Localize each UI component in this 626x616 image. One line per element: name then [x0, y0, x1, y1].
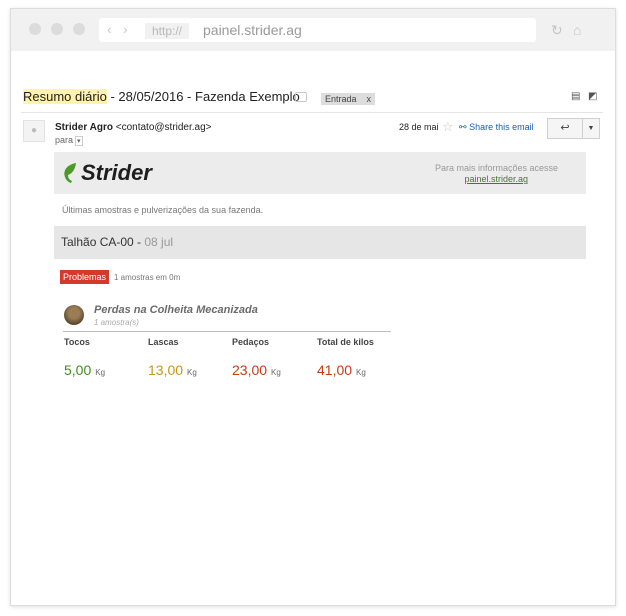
metric-unit: Kg — [356, 368, 366, 377]
sample-divider — [63, 331, 391, 332]
reply-button[interactable]: ↩ — [547, 118, 583, 139]
address-bar[interactable]: ‹ › http:// painel.strider.ag — [99, 18, 536, 42]
sample-avatar — [64, 305, 84, 325]
brand-logo-text: Strider — [81, 160, 152, 185]
brand-header: Strider Para mais informações acesse pai… — [54, 152, 586, 194]
browser-toolbar: ‹ › http:// painel.strider.ag ↻ ⌂ — [11, 9, 615, 51]
leaf-logo-icon — [64, 163, 76, 183]
star-icon[interactable]: ☆ — [442, 119, 454, 135]
more-options-button[interactable]: ▼ — [582, 118, 600, 139]
metric-label: Tocos — [64, 337, 90, 347]
plot-header: Talhão CA-00 - 08 jul — [54, 226, 586, 259]
protocol-label: http:// — [145, 23, 189, 39]
metric-value-total: 41,00 Kg — [317, 362, 366, 378]
metric-number: 13,00 — [148, 362, 184, 378]
share-email-link[interactable]: ⚯ Share this email — [459, 122, 534, 133]
header-divider — [21, 112, 603, 113]
home-icon[interactable]: ⌂ — [573, 22, 581, 38]
problems-badge: Problemas — [60, 270, 110, 284]
sender: Strider Agro <contato@strider.ag> — [55, 122, 212, 133]
metric-number: 41,00 — [317, 362, 353, 378]
plot-title: Talhão CA-00 - 08 jul — [61, 235, 173, 249]
person-icon: ● — [23, 120, 45, 142]
subject-rest: - 28/05/2016 - Fazenda Exemplo — [106, 89, 300, 104]
share-label: Share this email — [469, 122, 534, 132]
chevron-down-icon: ▼ — [587, 125, 595, 132]
metric-value-pedacos: 23,00 Kg — [232, 362, 281, 378]
browser-window: ‹ › http:// painel.strider.ag ↻ ⌂ Resumo… — [10, 8, 616, 606]
arrow-left-icon[interactable]: ‹ — [107, 21, 112, 37]
reload-icon[interactable]: ↻ — [551, 22, 563, 39]
new-window-icon[interactable]: ◩ — [588, 91, 597, 102]
remove-tag-button[interactable]: x — [367, 94, 372, 104]
sender-name: Strider Agro — [55, 122, 113, 133]
recipients: para ▾ — [55, 135, 83, 146]
dashboard-link[interactable]: painel.strider.ag — [464, 174, 528, 184]
close-window-dot[interactable] — [29, 23, 41, 35]
plot-date: 08 jul — [144, 235, 174, 249]
metric-label: Pedaços — [232, 337, 270, 347]
info-text: Para mais informações acesse — [434, 163, 558, 173]
problems-note: 1 amostras em 0m — [114, 273, 181, 282]
metric-number: 23,00 — [232, 362, 268, 378]
chevron-down-icon[interactable]: ▾ — [75, 136, 83, 146]
maximize-window-dot[interactable] — [73, 23, 85, 35]
metric-value-lascas: 13,00 Kg — [148, 362, 197, 378]
to-label: para — [55, 135, 74, 145]
url-text[interactable]: painel.strider.ag — [203, 22, 302, 38]
inbox-tag: Entrada x — [321, 93, 376, 105]
share-icon: ⚯ — [459, 122, 467, 132]
metric-label: Lascas — [148, 337, 179, 347]
sender-email: <contato@strider.ag> — [115, 122, 212, 133]
email-subject-row: Resumo diário - 28/05/2016 - Fazenda Exe… — [23, 89, 603, 111]
intro-text: Últimas amostras e pulverizações da sua … — [62, 205, 264, 215]
print-icon[interactable]: ▤ — [571, 91, 580, 102]
inbox-tag-label: Entrada — [325, 94, 357, 104]
sample-title: Perdas na Colheita Mecanizada — [94, 304, 258, 316]
label-icon[interactable] — [295, 92, 307, 102]
metric-value-tocos: 5,00 Kg — [64, 362, 105, 378]
metric-unit: Kg — [95, 368, 106, 377]
metric-unit: Kg — [187, 368, 197, 377]
sample-count: 1 amostra(s) — [94, 318, 139, 327]
minimize-window-dot[interactable] — [51, 23, 63, 35]
metric-label: Total de kilos — [317, 337, 374, 347]
plot-name: Talhão CA-00 - — [61, 235, 145, 249]
reply-icon: ↩ — [560, 122, 570, 134]
metric-unit: Kg — [271, 368, 281, 377]
email-date: 28 de mai — [399, 122, 439, 132]
arrow-right-icon[interactable]: › — [123, 21, 128, 37]
subject-highlight: Resumo diário — [23, 89, 107, 104]
metric-number: 5,00 — [64, 362, 92, 378]
email-subject: Resumo diário - 28/05/2016 - Fazenda Exe… — [23, 89, 300, 104]
